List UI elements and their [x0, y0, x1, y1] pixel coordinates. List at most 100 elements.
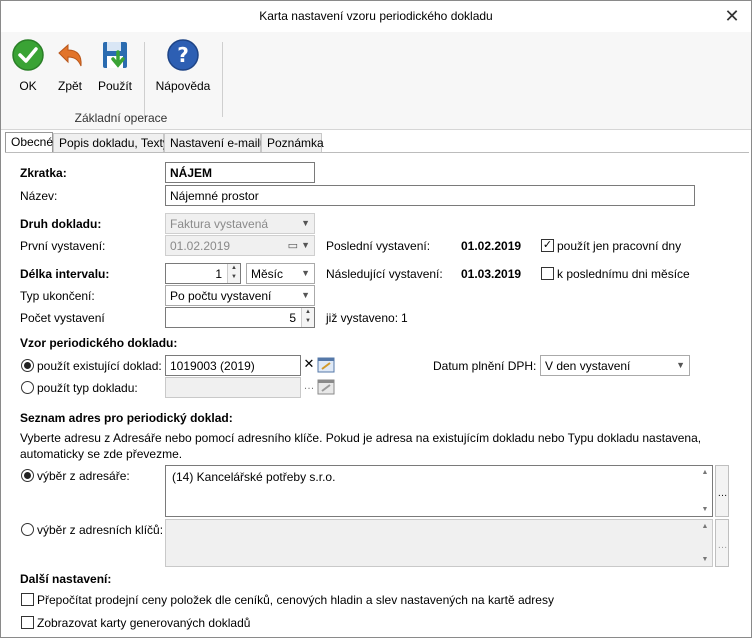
posledni-vystaveni-label: Poslední vystavení:: [326, 239, 431, 253]
existujici-doklad-input[interactable]: 1019003 (2019): [165, 355, 301, 376]
prepocitat-ceny-label: Přepočítat prodejní ceny položek dle cen…: [37, 593, 554, 607]
existujici-doklad-radio[interactable]: [21, 359, 34, 372]
chevron-down-icon: ▼: [301, 268, 310, 278]
chevron-down-icon: ▼: [676, 360, 685, 370]
tab-content-obecne: Zkratka: NÁJEM Název: Nájemné prostor Dr…: [1, 153, 751, 638]
adresar-radio[interactable]: [21, 469, 34, 482]
use-label: Použít: [97, 79, 133, 93]
typ-ukonceni-select[interactable]: Po počtu vystavení ▼: [165, 285, 315, 306]
adresar-scrollbar[interactable]: ▲ ▼: [698, 466, 712, 516]
posledni-den-checkbox[interactable]: [541, 267, 554, 280]
vzor-heading: Vzor periodického dokladu:: [20, 336, 178, 350]
svg-text:?: ?: [177, 43, 189, 67]
datum-plneni-dph-value: V den vystavení: [545, 359, 631, 373]
scroll-up-icon: ▲: [701, 523, 709, 530]
adresy-heading: Seznam adres pro periodický doklad:: [20, 411, 233, 425]
pocet-vystaveni-input[interactable]: 5 ▲ ▼: [165, 307, 315, 328]
pocet-vystaveni-value: 5: [289, 311, 296, 325]
druh-dokladu-value: Faktura vystavená: [170, 217, 269, 231]
druh-dokladu-label: Druh dokladu:: [20, 217, 102, 231]
nazev-label: Název:: [20, 189, 58, 203]
adresni-klice-list: ▲ ▼: [165, 519, 713, 567]
chevron-down-icon: ▼: [301, 290, 310, 300]
typ-ukonceni-label: Typ ukončení:: [20, 289, 95, 303]
posledni-den-label: k poslednímu dni měsíce: [557, 267, 690, 281]
check-circle-icon: [12, 39, 44, 71]
typ-ukonceni-value: Po počtu vystavení: [170, 289, 272, 303]
help-label: Nápověda: [155, 79, 211, 93]
back-button[interactable]: Zpět: [53, 38, 87, 93]
ok-label: OK: [19, 79, 37, 93]
select-document-icon[interactable]: [317, 356, 335, 374]
scroll-up-icon[interactable]: ▲: [698, 469, 712, 476]
nasledujici-vystaveni-value: 01.03.2019: [461, 267, 522, 281]
save-disk-icon: [103, 42, 127, 68]
adresni-klice-scrollbar: ▲ ▼: [698, 520, 712, 566]
prepocitat-ceny-checkbox[interactable]: [21, 593, 34, 606]
clear-icon[interactable]: ✕: [301, 356, 317, 374]
interval-unit-value: Měsíc: [251, 267, 284, 281]
undo-arrow-icon: [58, 43, 82, 67]
datum-plneni-dph-select[interactable]: V den vystavení ▼: [540, 355, 690, 376]
adresar-ellipsis-button[interactable]: …: [715, 465, 729, 517]
select-document-icon[interactable]: [317, 378, 335, 396]
calendar-icon: ▭: [287, 240, 298, 252]
tab-popis-dokladu[interactable]: Popis dokladu, Texty: [53, 133, 169, 152]
jiz-vystaveno-label: již vystaveno:: [326, 311, 399, 325]
ribbon-group-label: Základní operace: [74, 111, 168, 125]
prvni-vystaveni-date: 01.02.2019 ▭ ▼: [165, 235, 315, 256]
zobrazovat-karty-checkbox[interactable]: [21, 616, 34, 629]
chevron-down-icon: ▼: [301, 240, 310, 250]
zobrazovat-karty-label: Zobrazovat karty generovaných dokladů: [37, 616, 251, 630]
typ-dokladu-input: [165, 377, 301, 398]
adresy-description: Vyberte adresu z Adresáře nebo pomocí ad…: [20, 431, 702, 461]
typ-dokladu-radio[interactable]: [21, 381, 34, 394]
druh-dokladu-select: Faktura vystavená ▼: [165, 213, 315, 234]
spinner-icon[interactable]: ▲ ▼: [301, 308, 314, 327]
delka-intervalu-value: 1: [215, 267, 222, 281]
jiz-vystaveno-value: 1: [401, 311, 408, 325]
spinner-icon[interactable]: ▲ ▼: [227, 264, 240, 283]
adresni-klice-radio[interactable]: [21, 523, 34, 536]
adresni-klice-label: výběr z adresních klíčů:: [37, 523, 164, 537]
ok-button[interactable]: OK: [11, 38, 45, 93]
pracovni-dny-checkbox[interactable]: ✓: [541, 239, 554, 252]
tab-obecne[interactable]: Obecné: [5, 132, 53, 153]
tab-poznamka[interactable]: Poznámka: [261, 133, 324, 152]
posledni-vystaveni-value: 01.02.2019: [461, 239, 522, 253]
nasledujici-vystaveni-label: Následující vystavení:: [326, 267, 443, 281]
typ-dokladu-label: použít typ dokladu:: [37, 381, 138, 395]
help-button[interactable]: ? Nápověda: [154, 38, 212, 93]
ribbon-separator: [144, 42, 145, 117]
dalsi-nastaveni-heading: Další nastavení:: [20, 572, 112, 586]
pracovni-dny-label: použít jen pracovní dny: [557, 239, 682, 253]
ribbon-separator: [222, 42, 223, 117]
nazev-input[interactable]: Nájemné prostor: [165, 185, 695, 206]
close-icon[interactable]: ✕: [721, 5, 743, 27]
adresar-list[interactable]: (14) Kancelářské potřeby s.r.o. ▲ ▼: [165, 465, 713, 517]
existujici-doklad-label: použít existující doklad:: [37, 359, 162, 373]
delka-intervalu-label: Délka intervalu:: [20, 267, 110, 281]
delka-intervalu-input[interactable]: 1 ▲ ▼: [165, 263, 241, 284]
prvni-vystaveni-label: První vystavení:: [20, 239, 106, 253]
title-bar: Karta nastavení vzoru periodického dokla…: [1, 1, 751, 32]
scroll-down-icon[interactable]: ▼: [698, 506, 712, 513]
window-title: Karta nastavení vzoru periodického dokla…: [259, 9, 493, 23]
prvni-vystaveni-value: 01.02.2019: [170, 239, 231, 253]
adresar-value: (14) Kancelářské potřeby s.r.o.: [172, 470, 336, 484]
adresni-klice-ellipsis-button[interactable]: …: [715, 519, 729, 567]
back-label: Zpět: [57, 79, 82, 93]
chevron-down-icon: ▼: [301, 218, 310, 228]
zkratka-label: Zkratka:: [20, 166, 67, 180]
ribbon-toolbar: OK Zpět Použít ? Nápověda Základní opera…: [1, 32, 751, 130]
zkratka-input[interactable]: NÁJEM: [165, 162, 315, 183]
dialog-window: Karta nastavení vzoru periodického dokla…: [0, 0, 752, 638]
help-question-icon: ?: [167, 39, 199, 71]
use-button[interactable]: Použít: [95, 38, 135, 93]
pocet-vystaveni-label: Počet vystavení: [20, 311, 105, 325]
tab-nastaveni-emailu[interactable]: Nastavení e-mailu: [164, 133, 267, 152]
ellipsis-button[interactable]: …: [301, 378, 317, 396]
datum-plneni-dph-label: Datum plnění DPH:: [433, 359, 537, 373]
scroll-down-icon: ▼: [701, 556, 709, 563]
interval-unit-select[interactable]: Měsíc ▼: [246, 263, 315, 284]
